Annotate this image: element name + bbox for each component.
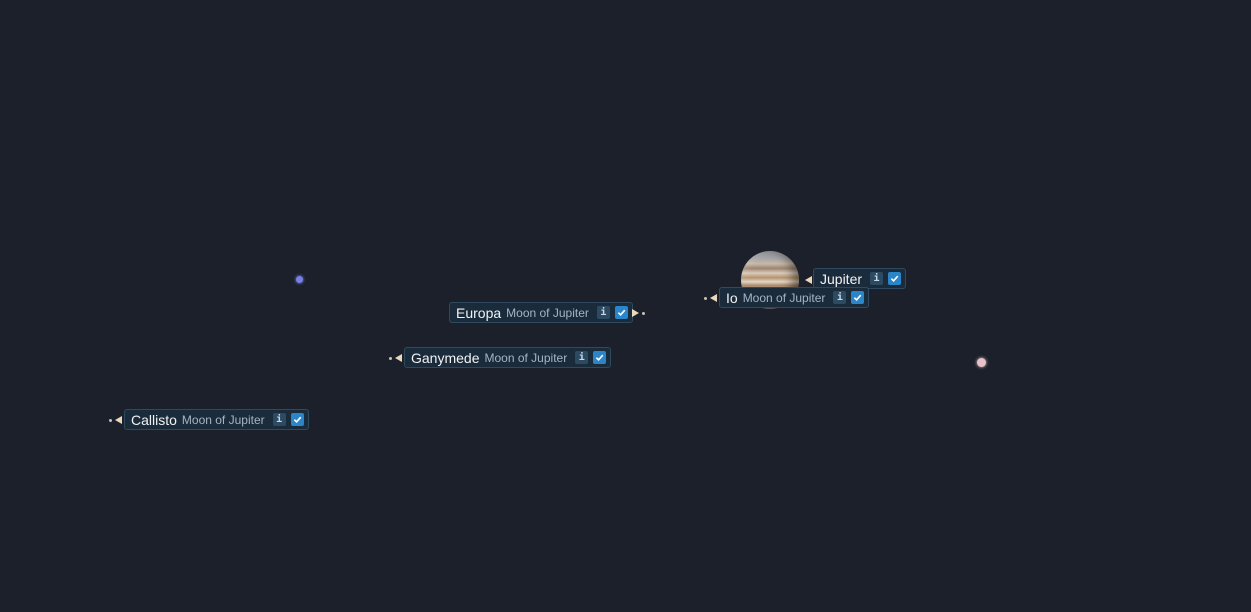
ganymede-pointer xyxy=(389,353,402,363)
io-dot[interactable] xyxy=(704,296,707,300)
sky-view[interactable]: Jupiter i Io Moon of Jupiter i Europa Mo… xyxy=(0,0,1251,612)
europa-name: Europa xyxy=(456,304,502,321)
star-pink[interactable] xyxy=(977,358,986,367)
info-icon[interactable]: i xyxy=(596,306,610,319)
pointer-arrow-icon xyxy=(395,354,402,362)
visibility-checkbox[interactable] xyxy=(593,351,607,364)
info-icon[interactable]: i xyxy=(575,351,589,364)
io-subtitle: Moon of Jupiter xyxy=(742,290,826,305)
ganymede-dot[interactable] xyxy=(389,356,392,360)
check-icon xyxy=(854,294,862,302)
europa-pointer xyxy=(632,308,645,318)
callisto-pointer xyxy=(109,415,122,425)
jupiter-name: Jupiter xyxy=(820,270,863,287)
pointer-arrow-icon xyxy=(632,309,639,317)
check-icon xyxy=(293,416,301,424)
info-icon[interactable]: i xyxy=(272,413,286,426)
check-icon xyxy=(617,309,626,317)
europa-dot[interactable] xyxy=(642,311,645,315)
jupiter-pointer xyxy=(805,275,812,285)
callisto-subtitle: Moon of Jupiter xyxy=(181,412,265,427)
info-icon[interactable]: i xyxy=(833,291,847,304)
callisto-label[interactable]: Callisto Moon of Jupiter i xyxy=(124,409,309,430)
io-label[interactable]: Io Moon of Jupiter i xyxy=(719,287,870,308)
ganymede-name: Ganymede xyxy=(411,349,480,366)
pointer-arrow-icon xyxy=(805,276,812,284)
ganymede-label[interactable]: Ganymede Moon of Jupiter i xyxy=(404,347,612,368)
europa-label[interactable]: Europa Moon of Jupiter i xyxy=(449,302,633,323)
pointer-arrow-icon xyxy=(710,294,717,302)
pointer-arrow-icon xyxy=(115,416,122,424)
check-icon xyxy=(890,275,899,283)
visibility-checkbox[interactable] xyxy=(851,291,865,304)
callisto-name: Callisto xyxy=(131,411,177,428)
europa-subtitle: Moon of Jupiter xyxy=(506,305,589,320)
ganymede-subtitle: Moon of Jupiter xyxy=(484,350,568,365)
callisto-dot[interactable] xyxy=(109,418,112,422)
io-pointer xyxy=(704,293,717,303)
info-icon[interactable]: i xyxy=(870,272,884,285)
check-icon xyxy=(595,354,604,362)
visibility-checkbox[interactable] xyxy=(290,413,304,426)
star-blue[interactable] xyxy=(296,276,303,283)
visibility-checkbox[interactable] xyxy=(888,272,902,285)
io-name: Io xyxy=(726,289,738,306)
jupiter-label[interactable]: Jupiter i xyxy=(813,268,907,289)
visibility-checkbox[interactable] xyxy=(614,306,628,319)
